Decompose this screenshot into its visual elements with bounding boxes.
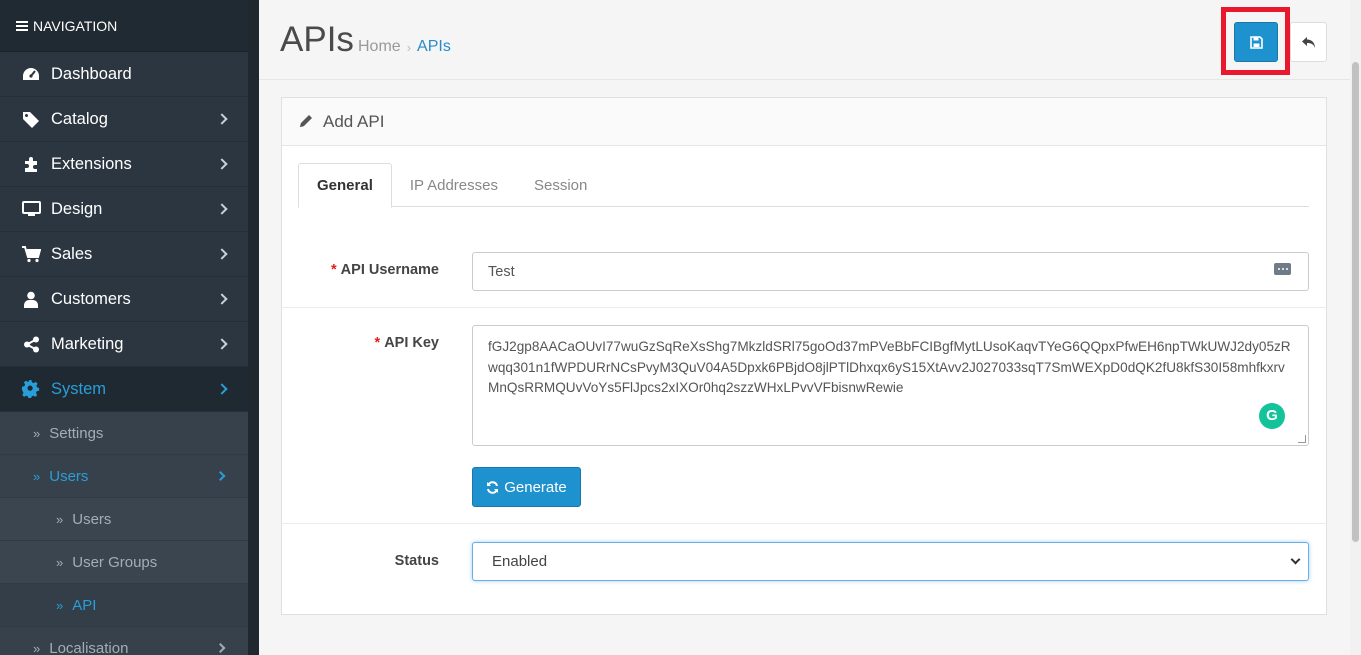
menu-icon	[16, 20, 28, 31]
breadcrumb-home[interactable]: Home	[358, 38, 401, 56]
sidebar-item-extensions[interactable]: Extensions	[0, 142, 248, 187]
back-button[interactable]	[1290, 22, 1327, 62]
api-username-value: Test	[488, 263, 515, 280]
refresh-icon	[487, 480, 499, 494]
sidebar-item-label: System	[51, 379, 107, 398]
sidebar-sub-label: Settings	[49, 424, 104, 442]
tab-general[interactable]: General	[298, 163, 392, 208]
chevron-down-icon	[1290, 554, 1301, 565]
pencil-icon	[300, 115, 312, 127]
sidebar-item-label: Dashboard	[51, 64, 132, 83]
sidebar-item-dashboard[interactable]: Dashboard	[0, 52, 248, 97]
sidebar-item-label: Design	[51, 199, 103, 218]
sidebar-item-design[interactable]: Design	[0, 187, 248, 232]
scrollbar[interactable]	[1350, 0, 1361, 655]
nav-header-label: NAVIGATION	[33, 17, 118, 34]
user-icon	[21, 290, 41, 308]
scrollbar-thumb[interactable]	[1352, 62, 1359, 542]
api-username-input[interactable]: Test	[472, 252, 1309, 291]
sidebar-sub-users-list[interactable]: » Users	[0, 498, 248, 541]
breadcrumb-separator: ›	[406, 39, 412, 55]
generate-button[interactable]: Generate	[472, 467, 581, 507]
cart-icon	[21, 245, 41, 263]
breadcrumb: Home › APIs	[358, 38, 451, 56]
page-title: APIs	[280, 20, 354, 59]
generate-label: Generate	[504, 478, 567, 496]
api-key-textarea[interactable]: fGJ2gp8AACaOUvI77wuGzSqReXsShg7MkzldSRl7…	[472, 325, 1309, 446]
double-chevron-icon: »	[33, 425, 41, 441]
status-select[interactable]: Enabled	[472, 542, 1309, 581]
chevron-right-icon	[215, 643, 226, 653]
chevron-right-icon	[216, 338, 228, 350]
chevron-right-icon	[216, 383, 228, 395]
sidebar-item-label: Marketing	[51, 334, 124, 353]
sidebar-sub-label: Localisation	[49, 639, 129, 655]
tab-bar: General IP Addresses Session	[298, 163, 1309, 208]
sidebar-sub-users[interactable]: » Users	[0, 455, 248, 498]
status-value: Enabled	[492, 553, 548, 570]
sidebar-sub-localisation[interactable]: » Localisation	[0, 627, 248, 655]
save-icon	[1249, 35, 1263, 49]
reply-icon	[1302, 36, 1315, 48]
sidebar: NAVIGATION Dashboard Catalog Extensions …	[0, 0, 259, 655]
nav-header[interactable]: NAVIGATION	[0, 0, 248, 52]
page-header: APIs Home › APIs	[259, 0, 1350, 80]
sidebar-sub-user-groups[interactable]: » User Groups	[0, 541, 248, 584]
gear-icon	[21, 380, 41, 398]
double-chevron-icon: »	[33, 640, 41, 655]
chevron-right-icon	[216, 203, 228, 215]
chevron-right-icon	[216, 293, 228, 305]
double-chevron-icon: »	[56, 554, 64, 570]
sidebar-item-label: Customers	[51, 289, 131, 308]
breadcrumb-apis[interactable]: APIs	[417, 38, 451, 56]
api-key-value: fGJ2gp8AACaOUvI77wuGzSqReXsShg7MkzldSRl7…	[488, 339, 1291, 395]
required-mark: *	[374, 335, 381, 351]
chevron-right-icon	[216, 248, 228, 260]
panel-heading: Add API	[282, 98, 1326, 146]
username-label: * API Username	[331, 262, 439, 278]
apikey-label: * API Key	[374, 335, 439, 351]
tags-icon	[21, 110, 41, 128]
double-chevron-icon: »	[56, 511, 64, 527]
sidebar-item-catalog[interactable]: Catalog	[0, 97, 248, 142]
add-api-panel: Add API General IP Addresses Session * AP…	[281, 97, 1327, 615]
status-label: Status	[394, 553, 439, 569]
resize-handle[interactable]	[1298, 435, 1306, 443]
save-button[interactable]	[1234, 22, 1278, 62]
panel-title: Add API	[323, 111, 385, 131]
tab-session[interactable]: Session	[516, 163, 605, 207]
sidebar-item-system[interactable]: System	[0, 367, 248, 412]
tab-ip-addresses[interactable]: IP Addresses	[392, 163, 516, 207]
sidebar-sub-api[interactable]: » API	[0, 584, 248, 627]
sidebar-sub-label: Users	[49, 467, 89, 485]
required-mark: *	[331, 262, 337, 278]
puzzle-icon	[21, 155, 41, 173]
sidebar-sub-settings[interactable]: » Settings	[0, 412, 248, 455]
share-icon	[21, 335, 41, 353]
chevron-right-icon	[216, 158, 228, 170]
chevron-right-icon	[216, 113, 228, 125]
sidebar-sub-label: API	[72, 596, 97, 614]
sidebar-sub-label: Users	[72, 510, 112, 528]
double-chevron-icon: »	[33, 468, 41, 484]
sidebar-item-label: Sales	[51, 244, 93, 263]
dashboard-icon	[21, 65, 41, 83]
chevron-right-icon	[215, 471, 226, 481]
desktop-icon	[21, 200, 41, 218]
sidebar-item-marketing[interactable]: Marketing	[0, 322, 248, 367]
grammarly-icon[interactable]: G	[1259, 403, 1285, 429]
double-chevron-icon: »	[56, 597, 64, 613]
sidebar-sub-label: User Groups	[72, 553, 158, 571]
sidebar-item-sales[interactable]: Sales	[0, 232, 248, 277]
sidebar-item-label: Catalog	[51, 109, 108, 128]
sidebar-item-customers[interactable]: Customers	[0, 277, 248, 322]
sidebar-item-label: Extensions	[51, 154, 132, 173]
password-manager-icon[interactable]	[1274, 263, 1291, 275]
